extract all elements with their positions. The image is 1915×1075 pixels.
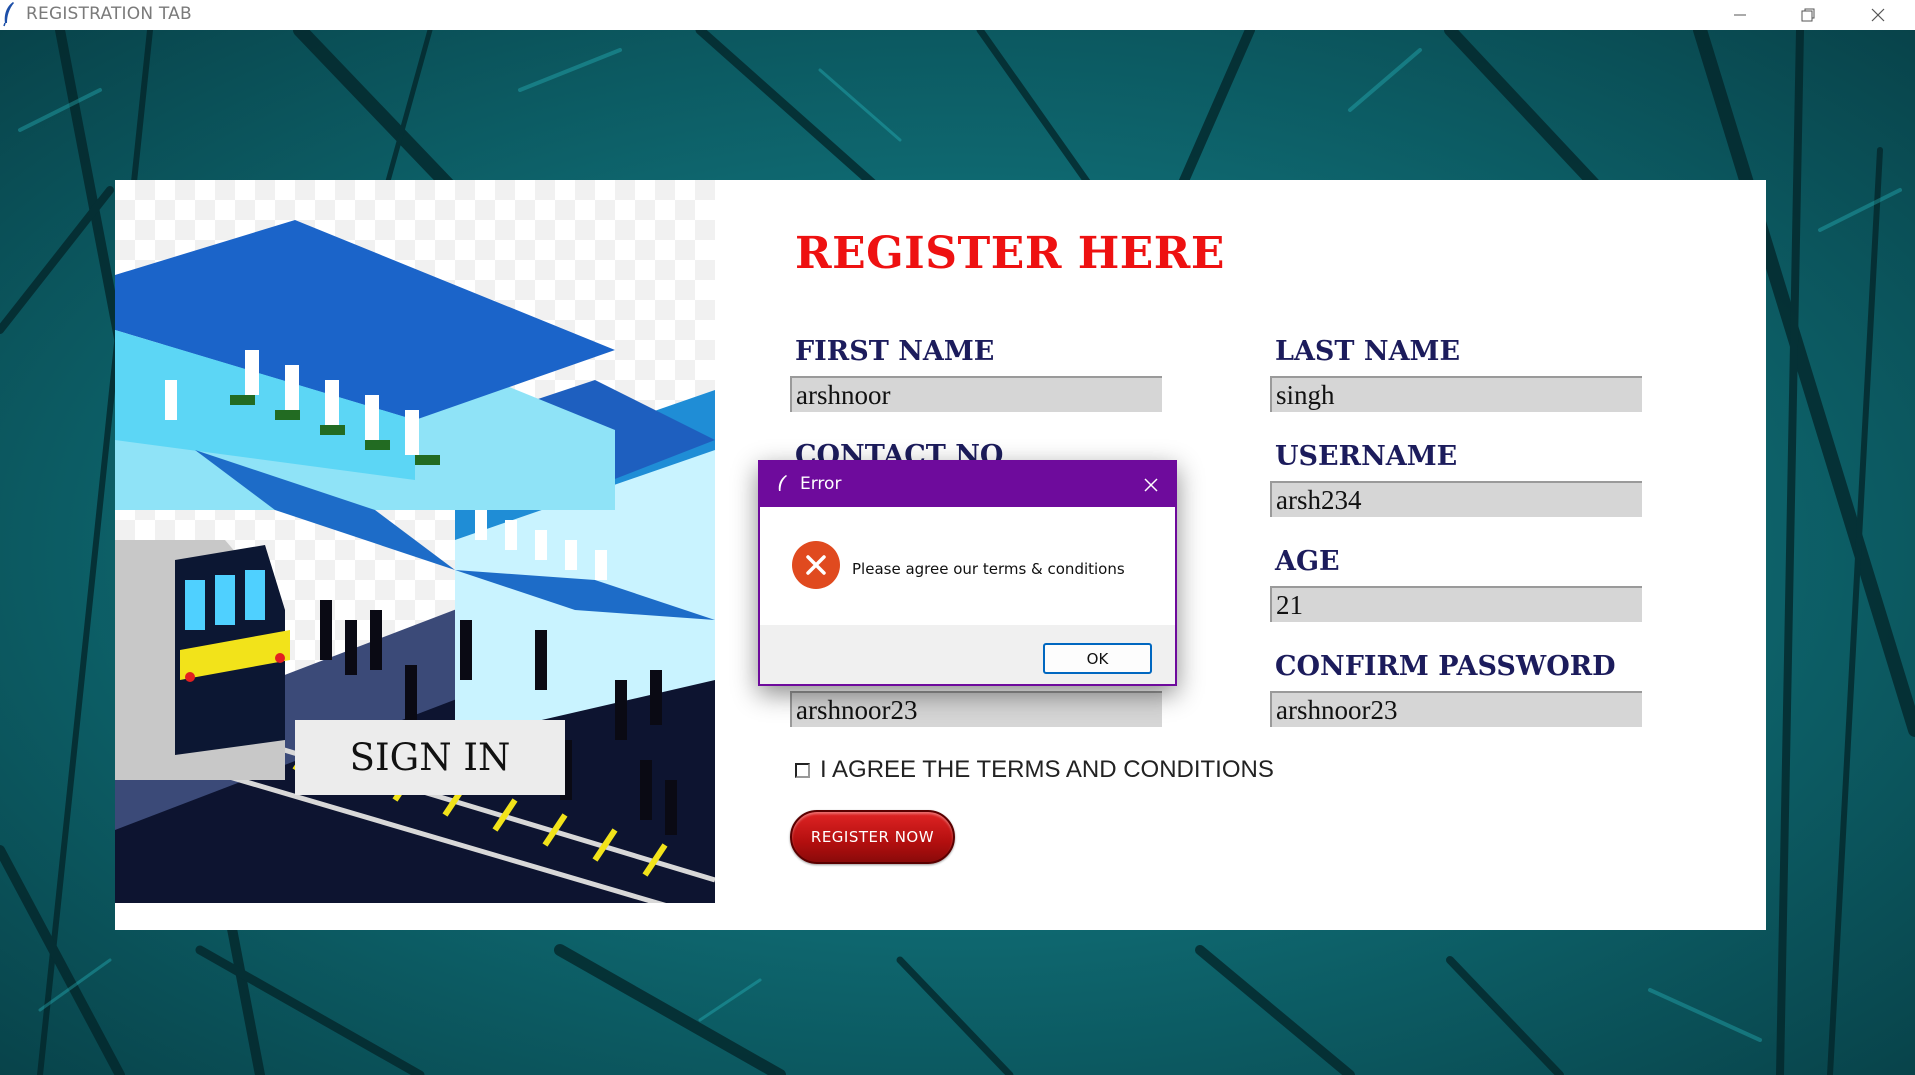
terms-label: I AGREE THE TERMS AND CONDITIONS — [820, 756, 1274, 783]
minimize-icon — [1734, 14, 1746, 16]
dialog-title: Error — [800, 474, 842, 494]
ok-button[interactable]: OK — [1043, 643, 1152, 674]
feather-icon — [776, 474, 788, 498]
window-title: REGISTRATION TAB — [26, 4, 192, 24]
close-icon — [1144, 478, 1158, 492]
close-icon — [1871, 8, 1885, 22]
dialog-close-button[interactable] — [1138, 472, 1164, 498]
first-name-label: FIRST NAME — [795, 336, 995, 367]
username-field[interactable] — [1270, 481, 1642, 517]
sign-in-button[interactable]: SIGN IN — [295, 720, 565, 795]
last-name-field[interactable] — [1270, 376, 1642, 412]
dialog-body: Please agree our terms & conditions — [760, 507, 1175, 625]
age-field[interactable] — [1270, 586, 1642, 622]
page-title: REGISTER HERE — [795, 228, 1225, 279]
close-window-button[interactable] — [1850, 0, 1906, 30]
restore-button[interactable] — [1780, 0, 1836, 30]
minimize-button[interactable] — [1712, 0, 1768, 30]
confirm-password-label: CONFIRM PASSWORD — [1275, 651, 1616, 682]
password-field[interactable] — [790, 691, 1162, 727]
window-titlebar: REGISTRATION TAB — [0, 0, 1915, 30]
error-dialog: Error Please agree our terms & condition… — [758, 460, 1177, 686]
dialog-footer: OK — [760, 625, 1175, 684]
last-name-label: LAST NAME — [1275, 336, 1461, 367]
register-now-button[interactable]: REGISTER NOW — [790, 810, 955, 864]
first-name-field[interactable] — [790, 376, 1162, 412]
error-icon — [791, 540, 841, 594]
confirm-password-field[interactable] — [1270, 691, 1642, 727]
terms-row[interactable]: I AGREE THE TERMS AND CONDITIONS — [795, 756, 1274, 784]
dialog-message: Please agree our terms & conditions — [852, 560, 1125, 578]
username-label: USERNAME — [1275, 441, 1458, 472]
age-label: AGE — [1275, 546, 1340, 577]
terms-checkbox[interactable] — [795, 762, 810, 778]
dialog-titlebar: Error — [760, 462, 1175, 507]
feather-icon — [2, 1, 16, 27]
restore-icon — [1801, 8, 1815, 22]
